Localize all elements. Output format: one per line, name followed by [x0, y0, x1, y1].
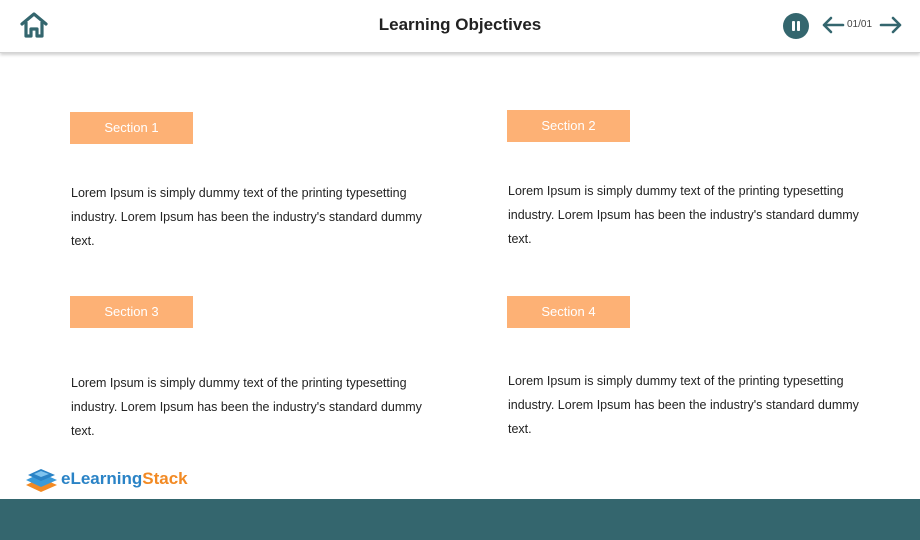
section-2-button[interactable]: Section 2	[507, 110, 630, 142]
top-bar: Learning Objectives 01/01	[0, 0, 920, 53]
arrow-left-icon	[822, 16, 845, 34]
footer-bar	[0, 499, 920, 540]
section-3-text: Lorem Ipsum is simply dummy text of the …	[71, 376, 422, 438]
logo-text: eLearningStack	[61, 469, 188, 488]
section-4-text: Lorem Ipsum is simply dummy text of the …	[508, 374, 859, 436]
next-page-button[interactable]	[879, 14, 903, 36]
page-counter: 01/01	[847, 19, 873, 30]
section-4-button[interactable]: Section 4	[507, 296, 630, 328]
pause-button[interactable]	[783, 13, 809, 39]
section-1-text: Lorem Ipsum is simply dummy text of the …	[71, 186, 422, 248]
arrow-right-icon	[879, 16, 902, 34]
section-3-button[interactable]: Section 3	[70, 296, 193, 328]
pause-icon	[792, 21, 795, 31]
stacked-books-icon	[26, 469, 57, 492]
section-1-button[interactable]: Section 1	[70, 112, 193, 144]
previous-page-button[interactable]	[821, 14, 845, 36]
section-2-text: Lorem Ipsum is simply dummy text of the …	[508, 184, 859, 246]
page-title: Learning Objectives	[378, 15, 542, 34]
